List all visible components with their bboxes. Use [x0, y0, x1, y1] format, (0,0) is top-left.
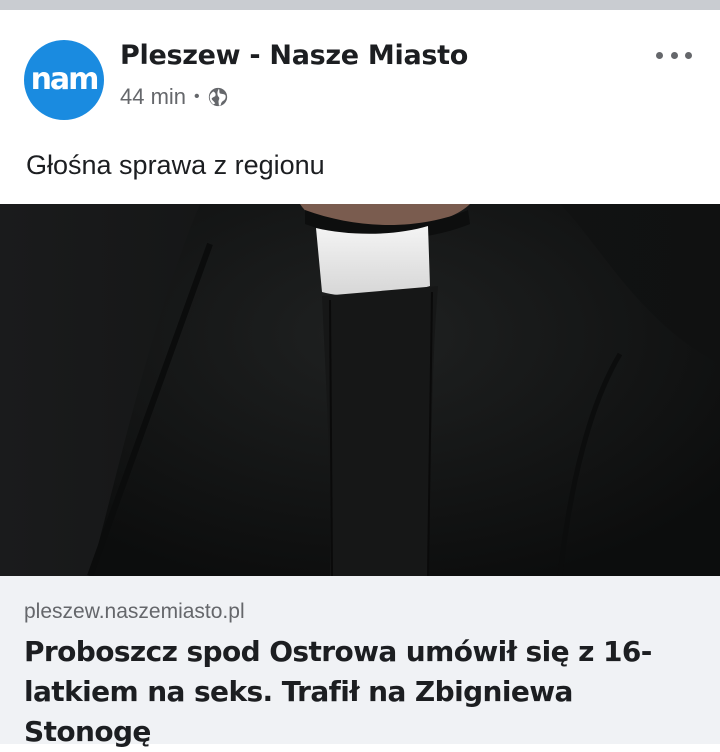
- link-preview-image[interactable]: [0, 204, 720, 576]
- page-name[interactable]: Pleszew - Nasze Miasto: [120, 40, 468, 71]
- more-options-icon[interactable]: [656, 48, 692, 62]
- link-title[interactable]: Proboszcz spod Ostrowa umówił się z 16-l…: [24, 632, 694, 752]
- post-time[interactable]: 44 min: [120, 84, 186, 110]
- post-meta: 44 min •: [120, 84, 229, 110]
- top-divider: [0, 0, 720, 10]
- post-caption: Głośna sprawa z regionu: [26, 150, 325, 180]
- post-header: nam Pleszew - Nasze Miasto 44 min •: [0, 10, 720, 130]
- link-domain: pleszew.naszemiasto.pl: [24, 600, 245, 623]
- link-preview-card[interactable]: pleszew.naszemiasto.pl Proboszcz spod Os…: [0, 576, 720, 748]
- globe-icon[interactable]: [207, 86, 229, 108]
- page-avatar[interactable]: nam: [24, 40, 104, 120]
- feed-post: nam Pleszew - Nasze Miasto 44 min • Głoś…: [0, 10, 720, 748]
- avatar-logo-text: nam: [30, 61, 100, 97]
- meta-separator: •: [194, 88, 200, 105]
